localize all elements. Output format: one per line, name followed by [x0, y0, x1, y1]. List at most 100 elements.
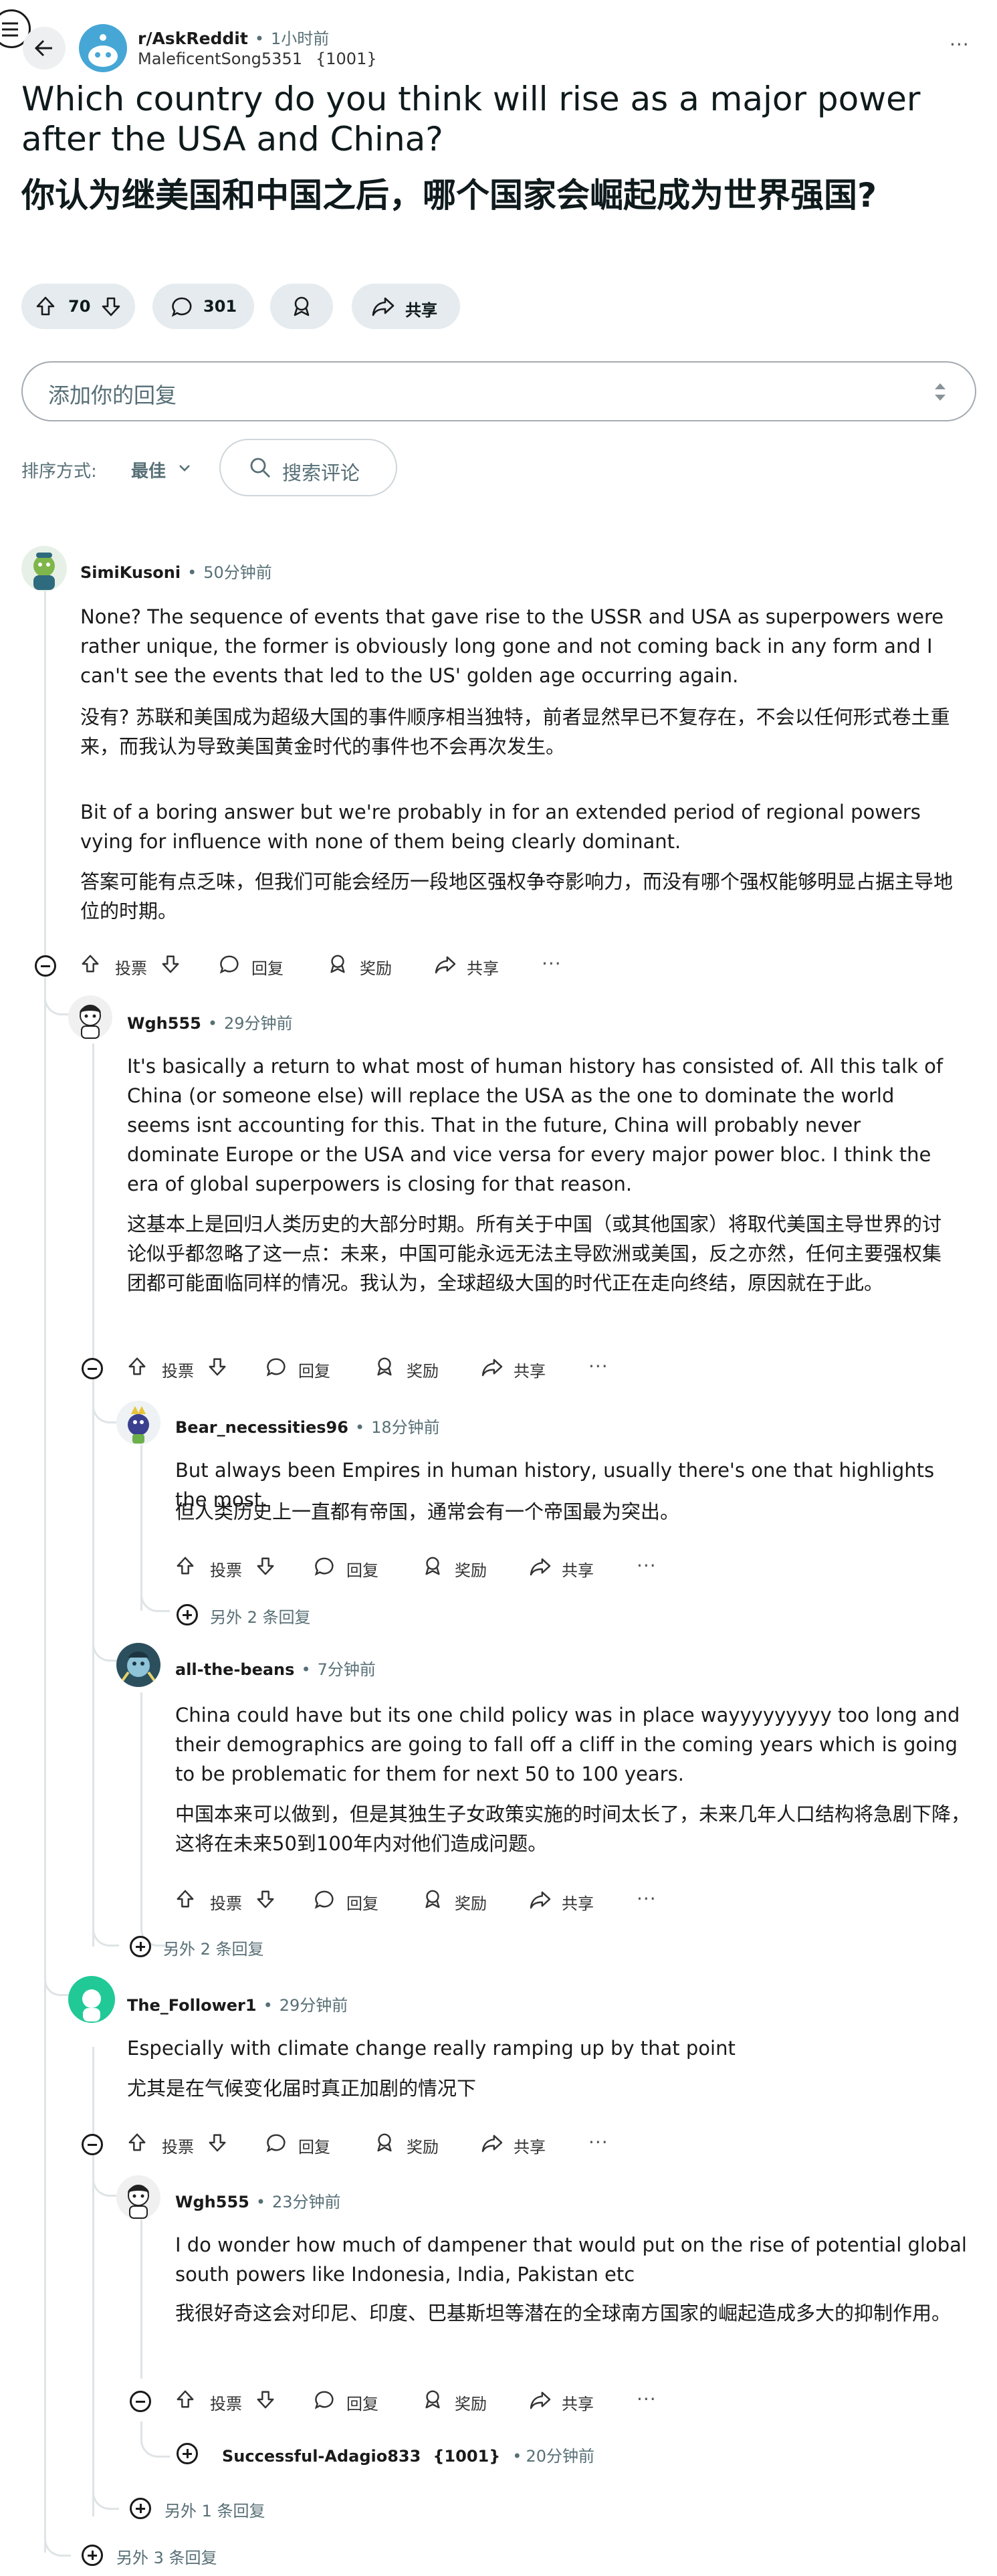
downvote-icon[interactable] [207, 1357, 227, 1377]
back-button[interactable] [23, 27, 66, 70]
upvote-icon[interactable] [127, 1357, 147, 1377]
comment-time: 23分钟前 [272, 2193, 341, 2211]
collapse-thread-button[interactable] [130, 2391, 151, 2412]
more-replies-link[interactable]: 另外 3 条回复 [116, 2545, 217, 2568]
comments-button[interactable]: 301 [152, 284, 254, 329]
vote-count: 70 [68, 297, 91, 316]
comment-actions: 投票 回复 奖励 共享 ··· [127, 2130, 635, 2159]
post-time: 1小时前 [271, 29, 330, 48]
share-button[interactable]: 共享 [530, 1553, 603, 1580]
reply-button[interactable]: 回复 [219, 951, 293, 978]
collapse-thread-button[interactable] [82, 1358, 103, 1379]
sort-dropdown[interactable]: 最佳 [131, 458, 198, 482]
upvote-icon[interactable] [35, 296, 56, 317]
award-button[interactable]: 奖励 [374, 2130, 448, 2157]
award-button[interactable]: 奖励 [423, 2387, 496, 2413]
award-button[interactable]: 奖励 [423, 1553, 496, 1580]
share-button[interactable]: 共享 [481, 2130, 555, 2157]
reply-button[interactable]: 回复 [266, 2130, 340, 2157]
more-replies-link[interactable]: 另外 2 条回复 [163, 1936, 264, 1959]
comment-author[interactable]: Bear_necessities96 [175, 1418, 348, 1437]
avatar[interactable] [68, 995, 112, 1039]
downvote-icon[interactable] [255, 1556, 275, 1576]
expand-replies-button[interactable] [130, 1936, 151, 1957]
downvote-icon[interactable] [255, 2389, 275, 2409]
award-icon [294, 296, 310, 316]
award-button[interactable]: 奖励 [328, 951, 401, 978]
upvote-icon[interactable] [80, 954, 100, 974]
hamburger-icon [2, 22, 18, 37]
comment-author[interactable]: Wgh555 [175, 2193, 249, 2211]
vote-label: 投票 [115, 959, 147, 978]
overflow-menu[interactable]: ··· [542, 953, 562, 975]
downvote-icon[interactable] [255, 1889, 275, 1909]
post-overflow-menu[interactable]: ··· [950, 33, 970, 56]
avatar[interactable] [68, 1976, 115, 2023]
reply-button[interactable]: 回复 [314, 1886, 388, 1913]
subreddit-avatar[interactable] [79, 24, 127, 72]
overflow-menu[interactable]: ··· [637, 1888, 657, 1910]
award-button[interactable]: 奖励 [423, 1886, 496, 1913]
avatar[interactable] [116, 1401, 160, 1445]
vote-label: 投票 [162, 2138, 194, 2157]
chevron-down-icon [179, 465, 190, 472]
comment-author[interactable]: all-the-beans [175, 1660, 294, 1679]
reply-button[interactable]: 回复 [266, 1354, 340, 1381]
comment-body-translation: 尤其是在气候变化届时真正加剧的情况下 [127, 2077, 477, 2100]
avatar[interactable] [21, 546, 67, 591]
expand-replies-button[interactable] [130, 2498, 151, 2519]
upvote-icon[interactable] [175, 1556, 195, 1576]
overflow-menu[interactable]: ··· [588, 2131, 608, 2153]
comment-actions: 投票 回复 奖励 共享 ··· [127, 1354, 635, 1383]
search-comments-input[interactable]: 搜索评论 [219, 439, 397, 496]
comment-actions: 投票 回复 奖励 共享 ··· [175, 1553, 683, 1583]
share-icon [481, 1359, 503, 1377]
downvote-icon[interactable] [100, 296, 122, 317]
overflow-menu[interactable]: ··· [637, 1555, 657, 1577]
thread-elbow [92, 1906, 119, 1947]
avatar[interactable] [116, 2175, 160, 2219]
expand-replies-button[interactable] [82, 2545, 103, 2566]
comment-author[interactable]: The_Follower1 [127, 1996, 257, 2015]
share-button[interactable]: 共享 [352, 284, 460, 329]
post-author[interactable]: MaleficentSong5351 [138, 49, 302, 68]
downvote-icon[interactable] [160, 954, 181, 974]
vote-label: 投票 [162, 1362, 194, 1381]
reply-button[interactable]: 回复 [314, 2387, 388, 2413]
share-icon [481, 2135, 503, 2153]
comment-actions: 投票 回复 奖励 共享 ··· [175, 2387, 683, 2416]
overflow-menu[interactable]: ··· [637, 2388, 657, 2410]
reply-button[interactable]: 回复 [314, 1553, 388, 1580]
share-button[interactable]: 共享 [530, 2387, 603, 2413]
overflow-menu[interactable]: ··· [588, 1355, 608, 1377]
share-button[interactable]: 共享 [435, 951, 508, 978]
more-replies-link[interactable]: 另外 2 条回复 [210, 1604, 311, 1627]
award-button[interactable]: 奖励 [374, 1354, 448, 1381]
add-reply-input[interactable]: 添加你的回复 [21, 361, 976, 421]
comment-icon [219, 955, 239, 974]
share-button[interactable]: 共享 [530, 1886, 603, 1913]
reply-placeholder: 添加你的回复 [48, 383, 177, 408]
post-title-chinese: 你认为继美国和中国之后，哪个国家会崛起成为世界强国? [21, 176, 877, 215]
downvote-icon[interactable] [207, 2133, 227, 2153]
award-icon [377, 2133, 392, 2152]
expand-comment-button[interactable] [177, 2443, 198, 2464]
comment-author[interactable]: SimiKusoni [80, 563, 181, 582]
comment-author[interactable]: Wgh555 [127, 1014, 201, 1033]
comment-icon [266, 1358, 286, 1377]
upvote-icon[interactable] [175, 1889, 195, 1909]
award-icon [425, 2390, 440, 2409]
thread-line-wgh2 [140, 2218, 142, 2379]
more-replies-link[interactable]: 另外 1 条回复 [164, 2498, 265, 2521]
share-button[interactable]: 共享 [481, 1354, 555, 1381]
collapse-thread-button[interactable] [35, 955, 56, 977]
expand-replies-button[interactable] [177, 1604, 198, 1625]
share-icon [435, 956, 456, 974]
upvote-icon[interactable] [175, 2389, 195, 2409]
collapsed-comment[interactable]: Successful-Adagio833 {1001} • 20分钟前 [222, 2443, 594, 2466]
award-button[interactable] [270, 284, 333, 329]
subreddit-name[interactable]: r/AskReddit [138, 29, 248, 48]
collapse-thread-button[interactable] [82, 2134, 103, 2155]
upvote-icon[interactable] [127, 2133, 147, 2153]
avatar[interactable] [116, 1643, 160, 1687]
